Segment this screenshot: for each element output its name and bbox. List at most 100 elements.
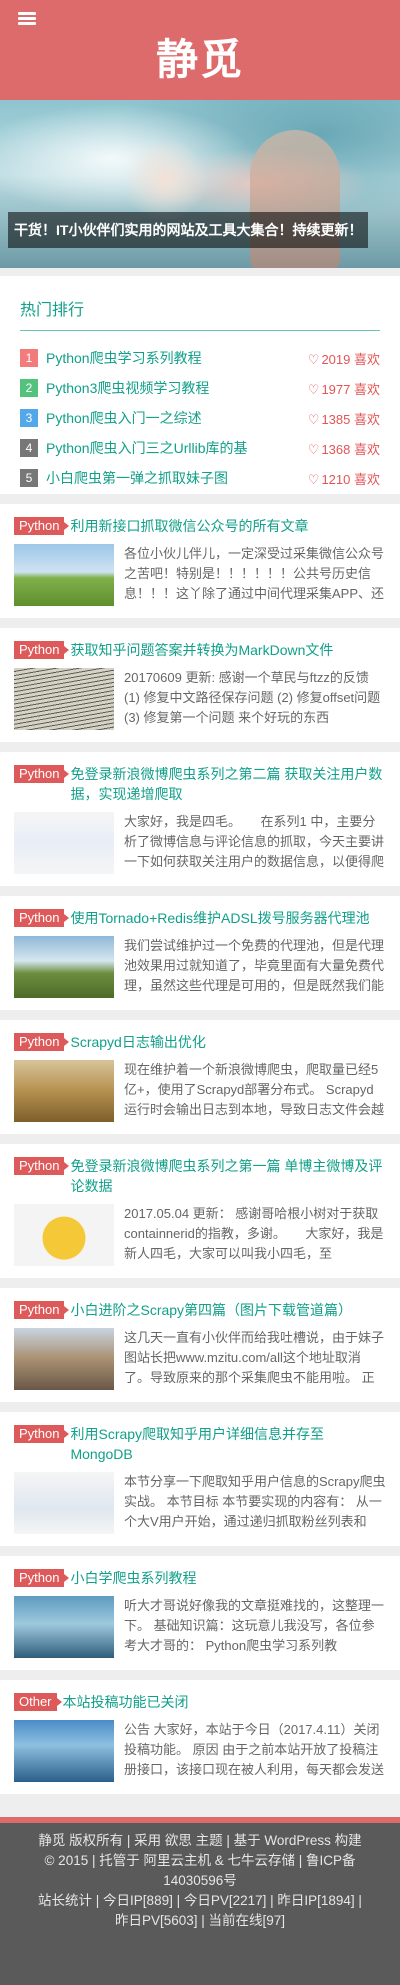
site-title[interactable]: 静觅 xyxy=(0,26,400,87)
post-header: Python 免登录新浪微博爬虫系列之第一篇 单博主微博及评论数据 xyxy=(14,1156,386,1196)
post-thumbnail[interactable] xyxy=(14,812,114,874)
post-excerpt: 2017.05.04 更新： 感谢哥哈根小树对于获取containnerid的指… xyxy=(124,1206,384,1261)
hot-item[interactable]: 4 Python爬虫入门三之Urllib库的基 ♡ 1368 喜欢 xyxy=(20,433,380,463)
post-card: Python 获取知乎问题答案并转换为MarkDown文件 20170609 更新:… xyxy=(0,628,400,742)
footer-line-3[interactable]: 14030596号 xyxy=(16,1871,384,1891)
category-tag[interactable]: Python xyxy=(14,1157,71,1175)
post-thumbnail[interactable] xyxy=(14,1328,114,1390)
post-card: Python 利用新接口抓取微信公众号的所有文章各位小伙儿伴儿，一定深受过采集微信… xyxy=(0,504,400,618)
post-title[interactable]: 使用Tornado+Redis维护ADSL拨号服务器代理池 xyxy=(70,908,369,928)
rank-number: 1 xyxy=(20,349,38,367)
category-tag[interactable]: Other xyxy=(14,1693,61,1711)
hot-item-title[interactable]: Python爬虫学习系列教程 xyxy=(46,348,308,368)
post-body: 公告 大家好，本站于今日（2017.4.11）关闭投稿功能。 原因 由于之前本站… xyxy=(14,1720,386,1782)
site-footer: 静觅 版权所有 | 采用 欲思 主题 | 基于 WordPress 构建 © 2… xyxy=(0,1817,400,1985)
post-card: Python 小白进阶之Scrapy第四篇（图片下载管道篇） 这几天一直有小伙伴而给… xyxy=(0,1288,400,1402)
hot-item-title[interactable]: Python3爬虫视频学习教程 xyxy=(46,378,308,398)
post-header: Python 利用Scrapy爬取知乎用户详细信息并存至MongoDB xyxy=(14,1424,386,1464)
post-title[interactable]: Scrapyd日志输出优化 xyxy=(70,1032,205,1052)
post-body: 本节分享一下爬取知乎用户信息的Scrapy爬虫实战。 本节目标 本节要实现的内容… xyxy=(14,1472,386,1534)
post-title[interactable]: 免登录新浪微博爬虫系列之第一篇 单博主微博及评论数据 xyxy=(70,1156,386,1196)
likes-label: 2019 喜欢 xyxy=(321,351,380,367)
menu-icon[interactable] xyxy=(18,12,36,26)
rank-number: 5 xyxy=(20,469,38,487)
post-header: Python Scrapyd日志输出优化 xyxy=(14,1032,386,1052)
rank-number: 3 xyxy=(20,409,38,427)
hot-item[interactable]: 3 Python爬虫入门一之综述 ♡ 1385 喜欢 xyxy=(20,403,380,433)
post-header: Python 免登录新浪微博爬虫系列之第二篇 获取关注用户数据，实现递增爬取 xyxy=(14,764,386,804)
likes-label: 1385 喜欢 xyxy=(321,411,380,427)
category-tag[interactable]: Python xyxy=(14,765,71,783)
hot-item-title[interactable]: Python爬虫入门一之综述 xyxy=(46,408,308,428)
post-excerpt: 20170609 更新: 感谢一个草民与ftzz的反馈 (1) 修复中文路径保存… xyxy=(124,670,381,725)
post-card: Python 小白学爬虫系列教程听大才哥说好像我的文章挺难找的，这整理一下。 基础… xyxy=(0,1556,400,1670)
post-thumbnail[interactable] xyxy=(14,1472,114,1534)
hot-item[interactable]: 5 小白爬虫第一弹之抓取妹子图 ♡ 1210 喜欢 xyxy=(20,463,380,493)
post-title[interactable]: 获取知乎问题答案并转换为MarkDown文件 xyxy=(70,640,333,660)
post-card: Python 免登录新浪微博爬虫系列之第二篇 获取关注用户数据，实现递增爬取大家好… xyxy=(0,752,400,886)
heart-icon: ♡ xyxy=(307,471,320,487)
post-body: 听大才哥说好像我的文章挺难找的，这整理一下。 基础知识篇：这玩意儿我没写，各位参… xyxy=(14,1596,386,1658)
post-body: 各位小伙儿伴儿，一定深受过采集微信公众号之苦吧！特别是！！！！！！公共号历史信息… xyxy=(14,544,386,606)
post-body: 这几天一直有小伙伴而给我吐槽说，由于妹子图站长把www.mzitu.com/al… xyxy=(14,1328,386,1390)
category-tag[interactable]: Python xyxy=(14,1425,71,1443)
category-tag[interactable]: Python xyxy=(14,1569,71,1587)
post-excerpt: 我们尝试维护过一个免费的代理池，但是代理池效果用过就知道了，毕竟里面有大量免费代… xyxy=(124,938,385,993)
category-tag[interactable]: Python xyxy=(14,641,71,659)
post-thumbnail[interactable] xyxy=(14,936,114,998)
post-thumbnail[interactable] xyxy=(14,1060,114,1122)
footer-line-2[interactable]: © 2015 | 托管于 阿里云主机 & 七牛云存储 | 鲁ICP备 xyxy=(16,1851,384,1871)
post-card: Python 使用Tornado+Redis维护ADSL拨号服务器代理池我们尝试维… xyxy=(0,896,400,1010)
banner-caption[interactable]: 干货！IT小伙伴们实用的网站及工具大集合！持续更新！ xyxy=(8,212,369,248)
rank-number: 4 xyxy=(20,439,38,457)
post-title[interactable]: 小白学爬虫系列教程 xyxy=(70,1568,196,1588)
banner-image xyxy=(120,140,210,220)
post-body: 2017.05.04 更新： 感谢哥哈根小树对于获取containnerid的指… xyxy=(14,1204,386,1266)
footer-line-5: 昨日PV[5603] | 当前在线[97] xyxy=(114,1913,286,1928)
post-card: Python Scrapyd日志输出优化现在维护着一个新浪微博爬虫，爬取量已经5亿… xyxy=(0,1020,400,1134)
post-card: Python 利用Scrapy爬取知乎用户详细信息并存至MongoDB 本节分享一下… xyxy=(0,1412,400,1546)
post-title[interactable]: 小白进阶之Scrapy第四篇（图片下载管道篇） xyxy=(70,1300,352,1320)
post-body: 我们尝试维护过一个免费的代理池，但是代理池效果用过就知道了，毕竟里面有大量免费代… xyxy=(14,936,386,998)
post-card: Python 免登录新浪微博爬虫系列之第一篇 单博主微博及评论数据 2017.05.… xyxy=(0,1144,400,1278)
post-excerpt: 大家好，我是四毛。 在系列1 中，主要分析了微博信息与评论信息的抓取，今天主要讲… xyxy=(124,814,385,869)
likes-count: ♡ 2019 喜欢 xyxy=(308,349,380,368)
hot-item[interactable]: 1 Python爬虫学习系列教程 ♡ 2019 喜欢 xyxy=(20,343,380,373)
post-header: Python 获取知乎问题答案并转换为MarkDown文件 xyxy=(14,640,386,660)
post-header: Other 本站投稿功能已关闭 xyxy=(14,1692,386,1712)
post-thumbnail[interactable] xyxy=(14,1720,114,1782)
hot-item-title[interactable]: 小白爬虫第一弹之抓取妹子图 xyxy=(46,468,308,488)
category-tag[interactable]: Python xyxy=(14,909,71,927)
hot-ranking: 热门排行 1 Python爬虫学习系列教程 ♡ 2019 喜欢 2 Python3爬虫视频… xyxy=(0,276,400,494)
category-tag[interactable]: Python xyxy=(14,517,71,535)
post-title[interactable]: 本站投稿功能已关闭 xyxy=(63,1692,189,1712)
post-header: Python 利用新接口抓取微信公众号的所有文章 xyxy=(14,516,386,536)
post-excerpt: 这几天一直有小伙伴而给我吐槽说，由于妹子图站长把www.mzitu.com/al… xyxy=(124,1330,385,1385)
likes-count: ♡ 1385 喜欢 xyxy=(308,409,380,428)
post-title[interactable]: 利用Scrapy爬取知乎用户详细信息并存至MongoDB xyxy=(70,1424,386,1464)
post-card: Other 本站投稿功能已关闭公告 大家好，本站于今日（2017.4.11）关闭投… xyxy=(0,1680,400,1794)
hot-item[interactable]: 2 Python3爬虫视频学习教程 ♡ 1977 喜欢 xyxy=(20,373,380,403)
post-body: 现在维护着一个新浪微博爬虫，爬取量已经5亿+，使用了Scrapyd部署分布式。 … xyxy=(14,1060,386,1122)
post-thumbnail[interactable] xyxy=(14,544,114,606)
footer-line-1[interactable]: 静觅 版权所有 | 采用 欲思 主题 | 基于 WordPress 构建 xyxy=(16,1831,384,1851)
post-thumbnail[interactable] xyxy=(14,668,114,730)
heart-icon: ♡ xyxy=(307,351,320,367)
post-title[interactable]: 利用新接口抓取微信公众号的所有文章 xyxy=(70,516,308,536)
post-thumbnail[interactable] xyxy=(14,1204,114,1266)
post-thumbnail[interactable] xyxy=(14,1596,114,1658)
footer-line-4: 站长统计 | 今日IP[889] | 今日PV[2217] | 昨日IP[189… xyxy=(38,1893,362,1908)
post-excerpt: 本节分享一下爬取知乎用户信息的Scrapy爬虫实战。 本节目标 本节要实现的内容… xyxy=(124,1474,386,1529)
rank-number: 2 xyxy=(20,379,38,397)
post-excerpt: 现在维护着一个新浪微博爬虫，爬取量已经5亿+，使用了Scrapyd部署分布式。 … xyxy=(124,1062,385,1117)
featured-banner[interactable]: 干货！IT小伙伴们实用的网站及工具大集合！持续更新！ xyxy=(0,100,400,268)
post-title[interactable]: 免登录新浪微博爬虫系列之第二篇 获取关注用户数据，实现递增爬取 xyxy=(70,764,386,804)
heart-icon: ♡ xyxy=(307,441,320,457)
likes-label: 1210 喜欢 xyxy=(321,471,380,487)
hot-item-title[interactable]: Python爬虫入门三之Urllib库的基 xyxy=(46,438,308,458)
post-header: Python 使用Tornado+Redis维护ADSL拨号服务器代理池 xyxy=(14,908,386,928)
category-tag[interactable]: Python xyxy=(14,1301,71,1319)
likes-count: ♡ 1210 喜欢 xyxy=(308,469,380,488)
category-tag[interactable]: Python xyxy=(14,1033,71,1051)
post-excerpt: 公告 大家好，本站于今日（2017.4.11）关闭投稿功能。 原因 由于之前本站… xyxy=(124,1722,385,1777)
